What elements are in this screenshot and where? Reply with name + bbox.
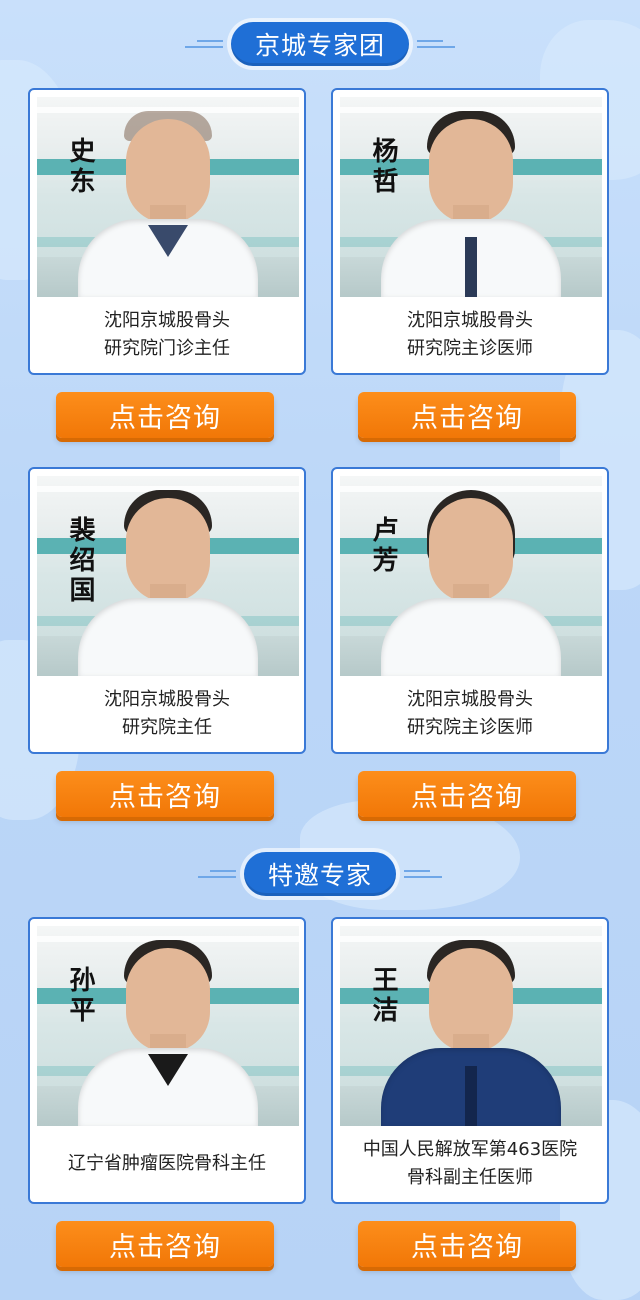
consult-button[interactable]: 点击咨询 [56,1221,274,1267]
doctor-title-line: 研究院主诊医师 [407,716,533,738]
doctor-title: 沈阳京城股骨头 研究院主诊医师 [333,302,607,367]
title-deco-right [417,40,456,48]
doctor-photo: 史东 [37,97,299,297]
expert-card: 孙平 辽宁省肿瘤医院骨科主任 [28,917,306,1204]
section-title-label: 特邀专家 [243,852,397,896]
doctor-figure [78,926,258,1126]
expert-card: 史东 沈阳京城股骨头 研究院门诊主任 [28,88,306,375]
doctor-title-line: 辽宁省肿瘤医院骨科主任 [68,1152,266,1174]
doctor-title-line: 沈阳京城股骨头 [104,688,230,710]
title-deco-right [404,870,443,878]
consult-button[interactable]: 点击咨询 [56,392,274,438]
expert-card: 杨哲 沈阳京城股骨头 研究院主诊医师 [331,88,609,375]
doctor-title: 沈阳京城股骨头 研究院主诊医师 [333,681,607,746]
doctor-title-line: 骨科副主任医师 [407,1166,533,1188]
doctor-title-line: 中国人民解放军第463医院 [362,1138,578,1160]
doctor-title: 沈阳京城股骨头 研究院门诊主任 [30,302,304,367]
doctor-title-line: 沈阳京城股骨头 [407,688,533,710]
expert-card: 裴绍国 沈阳京城股骨头 研究院主任 [28,467,306,754]
title-deco-left [197,870,236,878]
doctor-figure [381,97,561,297]
consult-button[interactable]: 点击咨询 [56,771,274,817]
doctor-title-line: 研究院主任 [122,716,212,738]
doctor-photo: 裴绍国 [37,476,299,676]
doctor-signature: 孙平 [65,966,95,1026]
doctor-title: 中国人民解放军第463医院 骨科副主任医师 [333,1131,607,1196]
section-title-2: 特邀专家 [197,852,443,896]
doctor-signature: 王洁 [368,966,398,1026]
doctor-title-line: 研究院门诊主任 [104,337,230,359]
doctor-title: 沈阳京城股骨头 研究院主任 [30,681,304,746]
doctor-figure [78,476,258,676]
doctor-title: 辽宁省肿瘤医院骨科主任 [30,1131,304,1196]
doctor-title-line: 研究院主诊医师 [407,337,533,359]
doctor-title-line: 沈阳京城股骨头 [104,309,230,331]
doctor-photo: 卢芳 [340,476,602,676]
consult-button[interactable]: 点击咨询 [358,392,576,438]
title-deco-left [184,40,223,48]
doctor-figure [381,926,561,1126]
doctor-signature: 史东 [65,137,95,197]
consult-button[interactable]: 点击咨询 [358,1221,576,1267]
doctor-photo: 孙平 [37,926,299,1126]
section-title-label: 京城专家团 [230,22,410,66]
doctor-signature: 杨哲 [368,137,398,197]
doctor-signature: 裴绍国 [65,516,95,606]
consult-button[interactable]: 点击咨询 [358,771,576,817]
expert-card: 卢芳 沈阳京城股骨头 研究院主诊医师 [331,467,609,754]
doctor-signature: 卢芳 [368,516,398,576]
doctor-photo: 王洁 [340,926,602,1126]
doctor-figure [78,97,258,297]
section-title-1: 京城专家团 [184,22,456,66]
doctor-figure [381,476,561,676]
doctor-photo: 杨哲 [340,97,602,297]
expert-card: 王洁 中国人民解放军第463医院 骨科副主任医师 [331,917,609,1204]
doctor-title-line: 沈阳京城股骨头 [407,309,533,331]
